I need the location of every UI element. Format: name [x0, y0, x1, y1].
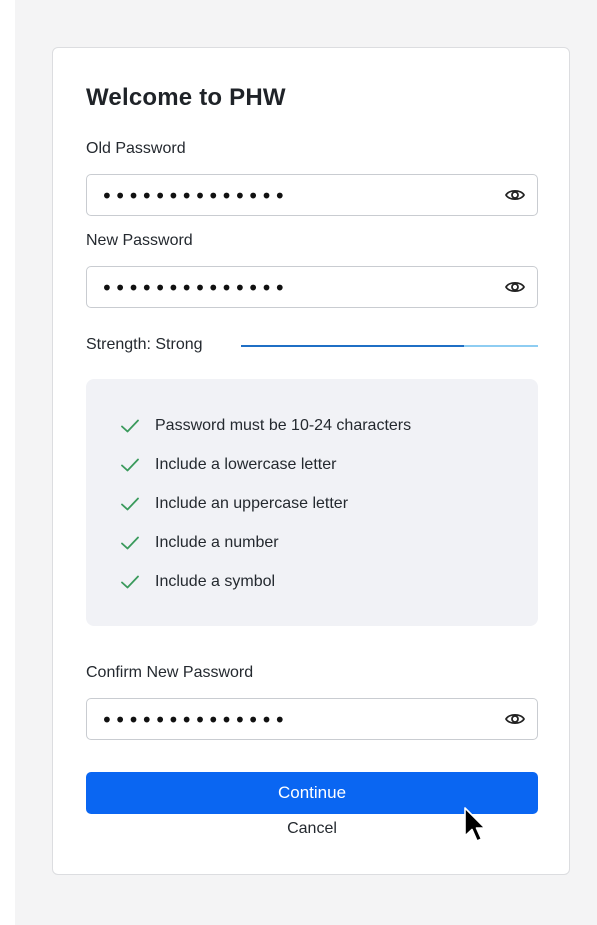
old-password-label: Old Password: [86, 140, 186, 157]
checkmark-icon: [121, 536, 139, 550]
list-item: Include a number: [120, 532, 279, 554]
password-rules-panel: Password must be 10-24 characters Includ…: [86, 379, 538, 626]
eye-icon[interactable]: [505, 711, 525, 727]
checkmark-icon: [121, 497, 139, 511]
rule-text: Include an uppercase letter: [155, 495, 349, 512]
confirm-password-field[interactable]: ••••••••••••••: [86, 698, 538, 740]
list-item: Include an uppercase letter: [120, 493, 348, 515]
confirm-password-value: ••••••••••••••: [101, 708, 288, 732]
list-item: Include a symbol: [120, 571, 275, 593]
confirm-password-label: Confirm New Password: [86, 664, 254, 681]
password-change-card: Welcome to PHW Old Password ••••••••••••…: [52, 47, 570, 875]
list-item: Password must be 10-24 characters: [120, 415, 411, 437]
rule-text: Password must be 10-24 characters: [155, 417, 412, 434]
old-password-value: ••••••••••••••: [101, 184, 288, 208]
cancel-link[interactable]: Cancel: [53, 820, 571, 838]
strength-meter: [241, 345, 538, 347]
rule-text: Include a number: [155, 534, 279, 551]
list-item: Include a lowercase letter: [120, 454, 336, 476]
rule-text: Include a lowercase letter: [155, 456, 337, 473]
eye-icon[interactable]: [505, 279, 525, 295]
new-password-field[interactable]: ••••••••••••••: [86, 266, 538, 308]
old-password-field[interactable]: ••••••••••••••: [86, 174, 538, 216]
eye-icon[interactable]: [505, 187, 525, 203]
rule-text: Include a symbol: [155, 573, 276, 590]
mouse-cursor-icon: [464, 807, 486, 842]
strength-meter-fill: [241, 345, 464, 347]
checkmark-icon: [121, 575, 139, 589]
new-password-label: New Password: [86, 232, 193, 249]
checkmark-icon: [121, 458, 139, 472]
page-title: Welcome to PHW: [86, 84, 286, 111]
checkmark-icon: [121, 419, 139, 433]
strength-label: Strength: Strong: [86, 336, 203, 353]
new-password-value: ••••••••••••••: [101, 276, 288, 300]
password-strength: Strength: Strong: [86, 336, 538, 356]
